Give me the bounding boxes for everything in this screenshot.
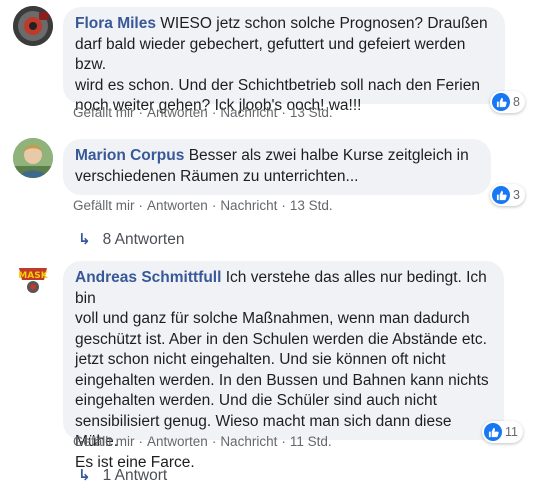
avatar-photo — [13, 138, 53, 178]
replies-count: 8 Antworten — [102, 231, 185, 248]
like-link[interactable]: Gefällt mir — [73, 434, 135, 449]
avatar[interactable]: MASK — [13, 256, 53, 296]
replies-count: 1 Antwort — [102, 467, 168, 484]
comment-text-line: jetzt schon nicht eingehalten. Und sie k… — [75, 351, 446, 368]
avatar-photo — [13, 6, 53, 46]
avatar-photo: MASK — [13, 256, 53, 296]
separator: · — [138, 434, 144, 449]
like-link[interactable]: Gefällt mir — [73, 105, 135, 120]
comment-author[interactable]: Flora Miles — [75, 15, 156, 32]
reaction-count-value: 11 — [505, 425, 518, 439]
comment-text-line: darf bald wieder gebechert, gefuttert un… — [75, 35, 466, 74]
separator: · — [281, 434, 286, 449]
avatar[interactable] — [13, 138, 53, 178]
comment-text-line: WIESO jetz schon solche Prognosen? Drauß… — [160, 15, 488, 32]
reaction-count[interactable]: 8 — [490, 91, 525, 113]
reaction-count-value: 3 — [513, 188, 520, 202]
comment-text-line: eingehalten werden. Und die Schüler sind… — [75, 392, 437, 409]
view-replies-link[interactable]: ↳ 1 Antwort — [78, 466, 167, 485]
avatar[interactable] — [13, 6, 53, 46]
reply-link[interactable]: Antworten — [147, 434, 208, 449]
like-thumb-icon — [492, 93, 510, 111]
comment-text-line: eingehalten werden. In den Bussen und Ba… — [75, 371, 489, 389]
separator: · — [211, 105, 217, 120]
comment-actions: Gefällt mir · Antworten · Nachricht · 13 Std. — [73, 198, 333, 213]
reply-arrow-icon: ↳ — [78, 467, 91, 484]
view-replies-link[interactable]: ↳ 8 Antworten — [78, 230, 184, 249]
separator: · — [138, 105, 144, 120]
reply-link[interactable]: Antworten — [147, 105, 208, 120]
separator: · — [138, 198, 144, 213]
comment-author[interactable]: Andreas Schmittfull — [75, 269, 221, 286]
comment-text-line: verschiedenen Räumen zu unterrichten... — [75, 167, 359, 185]
comment-text-line: wird es schon. Und der Schichtbetrieb so… — [75, 76, 480, 94]
separator: · — [281, 105, 286, 120]
separator: · — [211, 434, 217, 449]
message-link[interactable]: Nachricht — [220, 434, 277, 449]
comment-author[interactable]: Marion Corpus — [75, 147, 184, 164]
reaction-count-value: 8 — [513, 95, 520, 109]
timestamp[interactable]: 13 Std. — [290, 198, 333, 213]
reaction-count[interactable]: 11 — [482, 421, 523, 443]
comment-actions: Gefällt mir · Antworten · Nachricht · 11 Std. — [73, 434, 332, 449]
like-thumb-icon — [492, 186, 510, 204]
message-link[interactable]: Nachricht — [220, 198, 277, 213]
comment-bubble: Flora Miles WIESO jetz schon solche Prog… — [63, 7, 505, 114]
like-thumb-icon — [484, 423, 502, 441]
comment-bubble: Andreas Schmittfull Ich verstehe das all… — [63, 261, 504, 471]
like-link[interactable]: Gefällt mir — [73, 198, 135, 213]
separator: · — [211, 198, 217, 213]
message-link[interactable]: Nachricht — [220, 105, 277, 120]
timestamp[interactable]: 13 Std. — [290, 105, 333, 120]
reaction-count[interactable]: 3 — [490, 184, 525, 206]
comment-text-line: Besser als zwei halbe Kurse zeitgleich i… — [188, 147, 469, 164]
comment-text-line: voll und ganz für solche Maßnahmen, wenn… — [75, 310, 470, 327]
separator: · — [281, 198, 286, 213]
timestamp[interactable]: 11 Std. — [290, 434, 332, 449]
comment-bubble: Marion Corpus Besser als zwei halbe Kurs… — [63, 139, 491, 195]
reply-link[interactable]: Antworten — [147, 198, 208, 213]
reply-arrow-icon: ↳ — [78, 231, 91, 248]
avatar-text: MASK — [18, 271, 48, 281]
comment-actions: Gefällt mir · Antworten · Nachricht · 13 Std. — [73, 105, 333, 120]
comment-text-line: geschützt ist. Aber in den Schulen werde… — [75, 330, 487, 348]
